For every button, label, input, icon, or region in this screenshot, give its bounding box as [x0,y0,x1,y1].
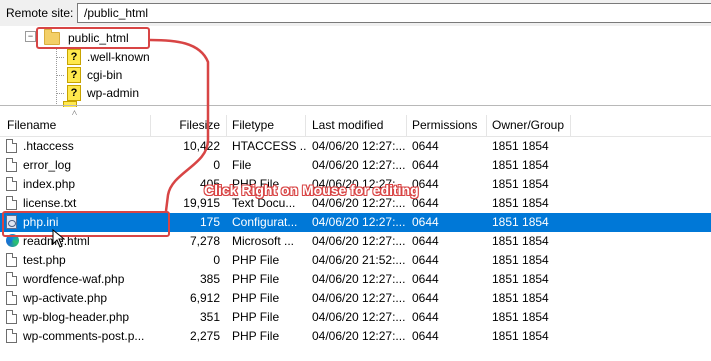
mouse-cursor-icon [52,229,65,248]
annotation-text: Click Right on Mouse for editing [204,182,419,198]
annotation-connector [149,38,210,212]
